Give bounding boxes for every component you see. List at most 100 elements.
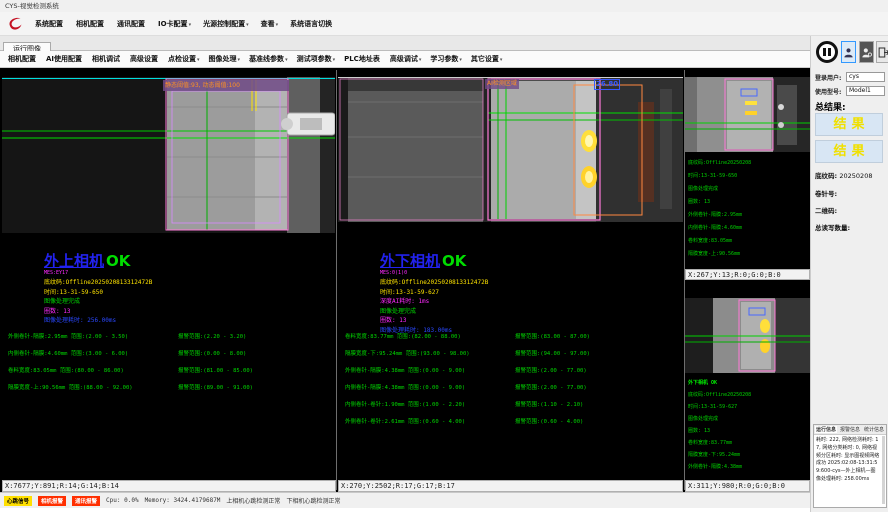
time-line: 时间:13-31-59-627 <box>380 288 488 298</box>
tool-test-params[interactable]: 测试项参数▾ <box>297 54 336 64</box>
measure-row: 隔膜宽度-下:95.24mm 范围:(93.00 - 98.00)报警范围:(9… <box>345 349 679 357</box>
thumb1-info-lines: 底纹码:Offline20250208 时间:13-31-59-650 图像处理… <box>688 157 810 261</box>
thumb-line: 外下相机 OK <box>688 377 810 389</box>
camera-frame-graphic <box>2 77 335 233</box>
measure-row: 内侧卷针-隔膜:4.38mm 范围:(0.00 - 9.00)报警范围:(2.0… <box>345 383 679 391</box>
measure-value-label: 26.80 <box>594 79 620 90</box>
thumb-camera-image-1[interactable] <box>685 77 810 152</box>
log-tab-alarm-info[interactable]: 报警信息 <box>839 426 861 433</box>
measure-row: 卷料宽度:83.77mm 范围:(82.00 - 88.00)报警范围:(83.… <box>345 332 679 340</box>
log-tab-run-info[interactable]: 运行信息 <box>815 426 837 433</box>
thumb1-coords-footer: X:267;Y:13;R:0;G:0;B:0 <box>685 269 810 280</box>
log-text: 耗时: 222, 网络检测耗时: 17, 网络分类耗时: 0, 网络视频分区耗时… <box>814 435 882 486</box>
middle-mes-label: MES:0(1)0 <box>380 270 407 276</box>
middle-camera-title: 外下相机OK <box>380 250 466 271</box>
model-field: 使用型号: Model1 <box>815 86 885 96</box>
turns-line: 圈数: 13 <box>380 316 488 326</box>
thumb-line: 图像处理完成 <box>688 413 810 425</box>
camera-alarm-badge: 相机报警 <box>38 496 66 506</box>
thumb-line: 圈数: 13 <box>688 425 810 437</box>
window-title: CYS-视觉检测系统 <box>5 2 59 10</box>
left-camera-title: 外上相机OK <box>44 250 130 271</box>
menu-item-view[interactable]: 查看▾ <box>261 19 279 29</box>
pin-number-label: 卷针号: <box>815 188 837 198</box>
thumb-line: 内侧卷针-隔膜:4.60mm <box>688 222 810 235</box>
left-coords-footer: X:7677;Y:891;R:14;G:14;B:14 <box>2 480 336 492</box>
tool-ai-use-config[interactable]: AI使用配置 <box>46 54 83 64</box>
measure-row: 外侧卷针-隔膜:2.95mm 范围:(2.00 - 3.50)报警范围:(2.2… <box>8 332 334 340</box>
tool-other-settings[interactable]: 其它设置▾ <box>471 54 503 64</box>
measure-row: 外侧卷针-卷针:2.61mm 范围:(0.60 - 4.00)报警范围:(0.6… <box>345 417 679 425</box>
camera-frame-graphic <box>685 77 810 152</box>
login-user-input[interactable]: cys <box>846 72 885 82</box>
result-box-2: 结果 <box>815 140 883 163</box>
tool-advanced-debug[interactable]: 高级调试▾ <box>390 54 422 64</box>
logout-button[interactable] <box>876 41 888 63</box>
thumb2-info-lines: 外下相机 OK 底纹码:Offline20250208 时间:13-31-59-… <box>688 377 810 473</box>
heartbeat-badge: 心跳信号 <box>4 496 32 506</box>
menu-item-comm-config[interactable]: 通讯配置 <box>117 19 146 29</box>
thumb2-coords-footer: X:311;Y:980;R:0;G:0;B:0 <box>685 480 810 492</box>
menu-item-io-config[interactable]: IO卡配置▾ <box>158 19 191 29</box>
turns-line: 圈数: 13 <box>44 307 152 317</box>
user-button[interactable] <box>841 41 856 63</box>
process-done-line: 图像处理完成 <box>44 297 152 307</box>
time-line: 时间:13-31-59-650 <box>44 288 152 298</box>
tool-spot-check[interactable]: 点检设置▾ <box>168 54 200 64</box>
status-ok-label: OK <box>106 252 130 270</box>
chevron-down-icon: ▾ <box>246 22 249 28</box>
thumb-line: 圈数: 13 <box>688 196 810 209</box>
thumb-line: 图像处理完成 <box>688 183 810 196</box>
tool-image-processing[interactable]: 图像处理▾ <box>209 54 241 64</box>
process-time-line: 图像处理耗时: 256.00ms <box>44 316 152 326</box>
log-tabs: 运行信息 报警信息 统计信息 <box>814 425 886 435</box>
tool-advanced-settings[interactable]: 高级设置 <box>130 54 159 64</box>
barcode-line: 底纹码:Offline2025020813312472B <box>380 278 488 288</box>
status-bar: 心跳信号 相机报警 通讯报警 Cpu: 0.0% Memory: 3424.41… <box>0 492 810 508</box>
thumb-line: 隔膜宽度-下:95.24mm <box>688 449 810 461</box>
measure-row: 内侧卷针-卷针:1.90mm 范围:(1.00 - 2.20)报警范围:(1.1… <box>345 400 679 408</box>
thumb-camera-image-2[interactable] <box>685 298 810 373</box>
thumb-line: 外侧卷针-隔膜:2.95mm <box>688 209 810 222</box>
chevron-down-icon: ▾ <box>459 57 462 63</box>
result-box-1: 结果 <box>815 113 883 136</box>
model-input[interactable]: Model1 <box>846 86 885 96</box>
tool-learning-params[interactable]: 学习参数▾ <box>430 54 462 64</box>
chevron-down-icon: ▾ <box>238 57 241 63</box>
log-scrollbar[interactable] <box>882 436 885 504</box>
ai-area-label: AI检测区域 <box>485 79 519 89</box>
menu-item-language-switch[interactable]: 系统语言切换 <box>290 19 333 29</box>
left-measure-rows: 外侧卷针-隔膜:2.95mm 范围:(2.00 - 3.50)报警范围:(2.2… <box>8 332 334 400</box>
app-logo-icon <box>6 16 23 32</box>
tool-plc-address[interactable]: PLC地址表 <box>344 54 381 64</box>
menu-item-camera-config[interactable]: 相机配置 <box>76 19 105 29</box>
tool-camera-debug[interactable]: 相机调试 <box>92 54 121 64</box>
exit-door-icon <box>878 46 888 59</box>
middle-coords-footer: X:270;Y:2502;R:17;G:17;B:17 <box>338 480 683 492</box>
memory-usage-text: Memory: 3424.4179687M <box>145 497 221 504</box>
chevron-down-icon: ▾ <box>419 57 422 63</box>
pattern-code-row: 底纹码: 20250208 <box>815 170 872 180</box>
left-camera-image[interactable]: 静态阈值:93, 动态阈值:100 <box>2 77 335 233</box>
pause-icon <box>828 48 831 56</box>
thumb-line: 隔膜宽度-上:90.56mm <box>688 248 810 261</box>
menu-item-system-config[interactable]: 系统配置 <box>35 19 64 29</box>
chevron-down-icon: ▾ <box>500 57 503 63</box>
process-done-line: 图像处理完成 <box>380 307 488 317</box>
barcode-line: 底纹码:Offline2025020813312472B <box>44 278 152 288</box>
menu-item-light-config[interactable]: 光源控制配置▾ <box>203 19 249 29</box>
thumb-line: 底纹码:Offline20250208 <box>688 389 810 401</box>
middle-measure-rows: 卷料宽度:83.77mm 范围:(82.00 - 88.00)报警范围:(83.… <box>345 332 679 434</box>
tool-camera-config[interactable]: 相机配置 <box>8 54 37 64</box>
chevron-down-icon: ▾ <box>276 22 279 28</box>
chevron-down-icon: ▾ <box>197 57 200 63</box>
log-tab-stats-info[interactable]: 统计信息 <box>863 426 885 433</box>
middle-camera-image[interactable]: AI检测区域 26.80 <box>338 77 683 222</box>
pause-button[interactable] <box>816 41 838 63</box>
panel-divider <box>336 70 337 490</box>
user-settings-button[interactable] <box>859 41 874 63</box>
tool-baseline-params[interactable]: 基准线参数▾ <box>249 54 288 64</box>
user-icon <box>843 46 854 59</box>
window-titlebar: CYS-视觉检测系统 <box>0 0 888 12</box>
tab-bar: 运行图像 <box>0 36 810 51</box>
